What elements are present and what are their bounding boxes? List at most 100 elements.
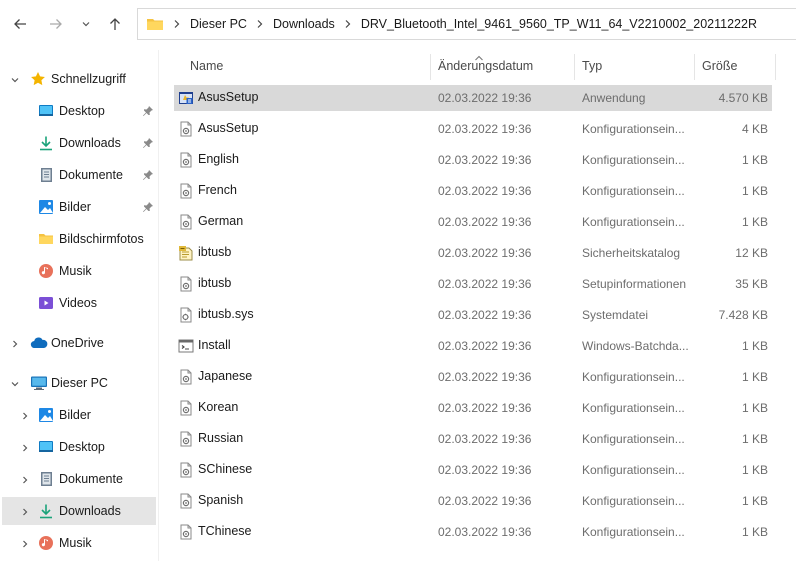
arrow-left-icon — [14, 19, 26, 29]
column-divider[interactable] — [694, 54, 695, 80]
nav-item-label: Dokumente — [59, 472, 123, 486]
file-row[interactable]: English 02.03.2022 19:36 Konfigurationsein… — [174, 147, 772, 173]
pin-icon — [142, 137, 154, 149]
desktop-icon — [38, 103, 54, 119]
recent-locations-button[interactable] — [75, 13, 97, 35]
chevron-down-icon[interactable] — [10, 378, 20, 388]
file-date: 02.03.2022 19:36 — [438, 122, 532, 136]
chevron-right-icon[interactable] — [10, 338, 20, 348]
breadcrumb-downloads[interactable]: Downloads — [273, 17, 335, 31]
up-button[interactable] — [104, 13, 126, 35]
nav-quick-access[interactable]: Schnellzugriff — [2, 65, 156, 93]
column-header-date[interactable]: Änderungsdatum — [438, 50, 533, 82]
nav-quick-music[interactable]: Musik — [2, 257, 156, 285]
arrow-right-icon — [50, 19, 62, 29]
file-row[interactable]: ibtusb 02.03.2022 19:36 Sicherheitskatalog… — [174, 240, 772, 266]
forward-button[interactable] — [45, 13, 67, 35]
file-date: 02.03.2022 19:36 — [438, 401, 532, 415]
file-row[interactable]: AsusSetup 02.03.2022 19:36 Anwendung 4.570 … — [174, 85, 772, 111]
cloud-icon — [30, 335, 48, 351]
document-icon — [38, 167, 54, 183]
nav-quick-documents[interactable]: Dokumente — [2, 161, 156, 189]
column-divider[interactable] — [574, 54, 575, 80]
nav-quick-access-label: Schnellzugriff — [51, 72, 126, 86]
pin-icon — [142, 201, 154, 213]
file-row[interactable]: Spanish 02.03.2022 19:36 Konfigurationsein… — [174, 488, 772, 514]
application-icon — [178, 90, 194, 106]
computer-icon — [30, 375, 47, 391]
file-row[interactable]: TChinese 02.03.2022 19:36 Konfigurationsei… — [174, 519, 772, 545]
file-date: 02.03.2022 19:36 — [438, 339, 532, 353]
chevron-right-icon[interactable] — [20, 538, 30, 548]
column-header-name[interactable]: Name — [190, 50, 223, 82]
pane-divider[interactable] — [158, 50, 159, 561]
nav-quick-pictures[interactable]: Bilder — [2, 193, 156, 221]
breadcrumb-separator-icon — [344, 19, 352, 29]
file-row[interactable]: Install 02.03.2022 19:36 Windows-Batchda..… — [174, 333, 772, 359]
config-file-icon — [178, 493, 194, 509]
file-name: SChinese — [198, 462, 253, 476]
file-type: Konfigurationsein... — [582, 463, 685, 477]
file-date: 02.03.2022 19:36 — [438, 308, 532, 322]
file-type: Konfigurationsein... — [582, 153, 685, 167]
column-header-size[interactable]: Größe — [702, 50, 737, 82]
star-icon — [30, 71, 46, 87]
file-name: Japanese — [198, 369, 253, 383]
nav-pc-desktop[interactable]: Desktop — [2, 433, 156, 461]
file-type: Anwendung — [582, 91, 646, 105]
file-type: Windows-Batchda... — [582, 339, 689, 353]
file-type: Konfigurationsein... — [582, 215, 685, 229]
nav-quick-screenshots[interactable]: Bildschirmfotos — [2, 225, 156, 253]
file-row[interactable]: ibtusb.sys 02.03.2022 19:36 Systemdatei 7.4… — [174, 302, 772, 328]
breadcrumb-current-folder[interactable]: DRV_Bluetooth_Intel_9461_9560_TP_W11_64_… — [361, 17, 757, 31]
back-button[interactable] — [9, 13, 31, 35]
file-type: Konfigurationsein... — [582, 122, 685, 136]
column-divider[interactable] — [775, 54, 776, 80]
file-size: 1 KB — [741, 494, 768, 508]
nav-pc-pictures[interactable]: Bilder — [2, 401, 156, 429]
column-header-type[interactable]: Typ — [582, 50, 602, 82]
file-row[interactable]: ibtusb 02.03.2022 19:36 Setupinformationen… — [174, 271, 772, 297]
config-file-icon — [178, 152, 194, 168]
address-bar[interactable]: Dieser PC Downloads DRV_Bluetooth_Intel_… — [137, 8, 796, 40]
file-name: English — [198, 152, 239, 166]
config-file-icon — [178, 524, 194, 540]
nav-quick-desktop[interactable]: Desktop — [2, 97, 156, 125]
file-size: 12 KB — [735, 246, 768, 260]
nav-quick-videos[interactable]: Videos — [2, 289, 156, 317]
nav-pc-documents[interactable]: Dokumente — [2, 465, 156, 493]
file-type: Konfigurationsein... — [582, 494, 685, 508]
nav-onedrive[interactable]: OneDrive — [2, 329, 156, 357]
music-icon — [38, 263, 54, 279]
file-row[interactable]: AsusSetup 02.03.2022 19:36 Konfigurationse… — [174, 116, 772, 142]
nav-this-pc[interactable]: Dieser PC — [2, 369, 156, 397]
file-type: Setupinformationen — [582, 277, 687, 291]
nav-pc-downloads[interactable]: Downloads — [2, 497, 156, 525]
file-size: 1 KB — [741, 432, 768, 446]
file-row[interactable]: Japanese 02.03.2022 19:36 Konfigurationsei… — [174, 364, 772, 390]
config-file-icon — [178, 369, 194, 385]
chevron-right-icon[interactable] — [20, 474, 30, 484]
file-date: 02.03.2022 19:36 — [438, 215, 532, 229]
column-divider[interactable] — [430, 54, 431, 80]
chevron-down-icon[interactable] — [10, 74, 20, 84]
breadcrumb-this-pc[interactable]: Dieser PC — [190, 17, 247, 31]
file-row[interactable]: Russian 02.03.2022 19:36 Konfigurationsein… — [174, 426, 772, 452]
file-name: French — [198, 183, 237, 197]
file-row[interactable]: SChinese 02.03.2022 19:36 Konfigurationsei… — [174, 457, 772, 483]
file-row[interactable]: French 02.03.2022 19:36 Konfigurationsein.… — [174, 178, 772, 204]
breadcrumb-separator-icon — [173, 19, 181, 29]
file-name: Spanish — [198, 493, 244, 507]
system-file-icon — [178, 307, 194, 323]
chevron-right-icon[interactable] — [20, 442, 30, 452]
file-row[interactable]: German 02.03.2022 19:36 Konfigurationsein.… — [174, 209, 772, 235]
file-row[interactable]: Korean 02.03.2022 19:36 Konfigurationsein.… — [174, 395, 772, 421]
chevron-right-icon[interactable] — [20, 410, 30, 420]
chevron-right-icon[interactable] — [20, 506, 30, 516]
file-date: 02.03.2022 19:36 — [438, 494, 532, 508]
nav-quick-downloads[interactable]: Downloads — [2, 129, 156, 157]
file-size: 1 KB — [741, 370, 768, 384]
nav-pc-music[interactable]: Musik — [2, 529, 156, 557]
config-file-icon — [178, 276, 194, 292]
videos-icon — [38, 295, 54, 311]
